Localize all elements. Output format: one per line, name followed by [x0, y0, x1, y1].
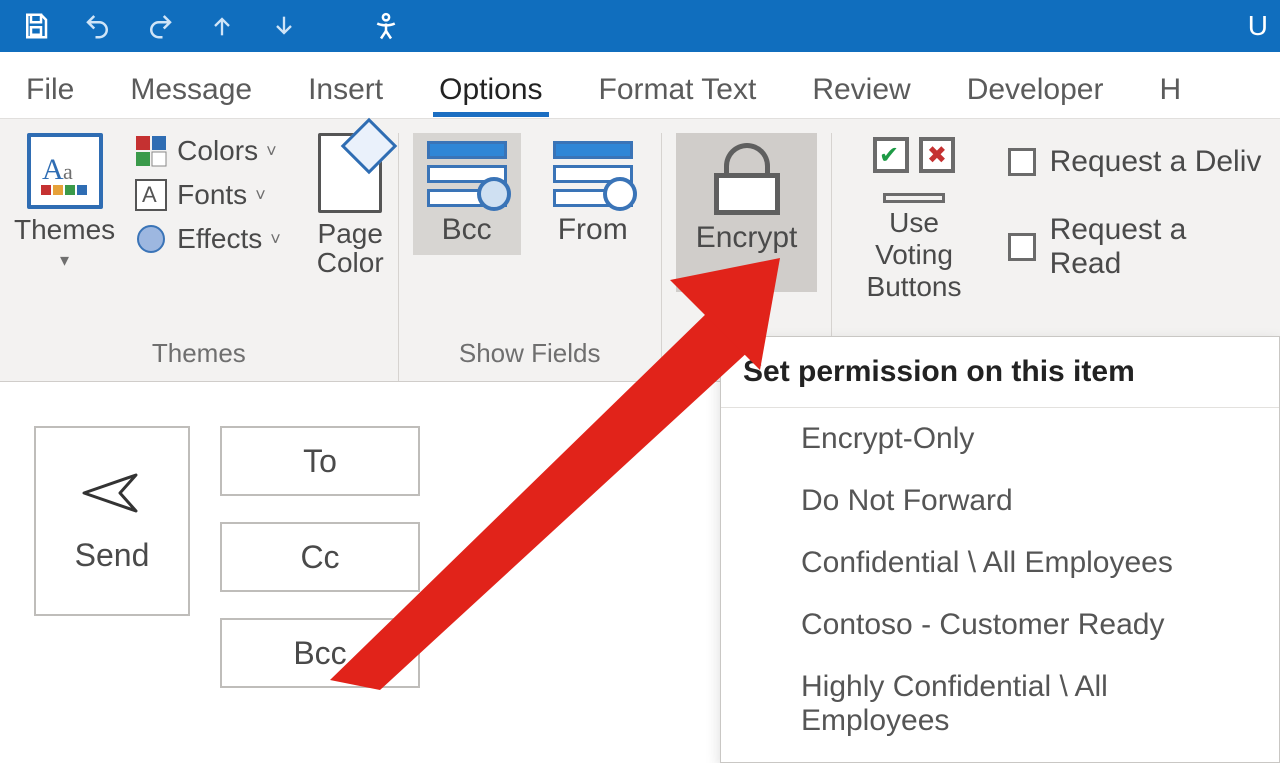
use-voting-buttons[interactable]: ✔✖ Use Voting Buttons — [846, 133, 981, 303]
request-read-receipt[interactable]: Request a Read — [1008, 213, 1266, 281]
tab-file[interactable]: File — [20, 63, 80, 117]
request-delivery-receipt[interactable]: Request a Deliv — [1008, 145, 1266, 179]
dropdown-item-confidential-all[interactable]: Confidential \ All Employees — [721, 532, 1279, 594]
tab-developer[interactable]: Developer — [961, 63, 1110, 117]
voting-label: Use Voting Buttons — [846, 207, 981, 303]
lock-icon — [710, 143, 784, 215]
encrypt-button[interactable]: Encrypt ▾ — [676, 133, 818, 292]
encrypt-label: Encrypt — [696, 221, 798, 255]
cc-button[interactable]: Cc — [220, 522, 420, 592]
send-button[interactable]: Send — [34, 426, 190, 616]
effects-label: Effects — [177, 223, 262, 255]
voting-icon: ✔✖ — [869, 133, 959, 203]
dropdown-item-do-not-forward[interactable]: Do Not Forward — [721, 470, 1279, 532]
tab-help[interactable]: H — [1153, 63, 1187, 117]
colors-label: Colors — [177, 135, 258, 167]
up-arrow-icon[interactable] — [204, 8, 240, 44]
bcc-field-icon — [427, 141, 507, 207]
ribbon-tabstrip: File Message Insert Options Format Text … — [0, 52, 1280, 118]
dropdown-item-encrypt-only[interactable]: Encrypt-Only — [721, 408, 1279, 470]
dropdown-header: Set permission on this item — [721, 337, 1279, 408]
effects-icon — [133, 221, 169, 257]
dropdown-item-contoso-customer[interactable]: Contoso - Customer Ready — [721, 594, 1279, 656]
colors-button[interactable]: Colors ˅ — [133, 133, 281, 169]
themes-button[interactable]: A a Themes ▾ — [14, 133, 115, 271]
cc-label: Cc — [300, 539, 339, 576]
bcc-toggle-button[interactable]: Bcc — [413, 133, 521, 255]
accessibility-icon[interactable] — [368, 8, 404, 44]
chevron-down-icon: ▾ — [742, 261, 751, 282]
group-label-themes: Themes — [152, 338, 246, 375]
fonts-icon: A — [133, 177, 169, 213]
chevron-down-icon: ˅ — [266, 141, 277, 162]
to-label: To — [303, 443, 337, 480]
from-toggle-button[interactable]: From — [539, 133, 647, 255]
checkbox-icon — [1008, 148, 1036, 176]
chevron-down-icon: ▾ — [60, 250, 69, 271]
fonts-button[interactable]: A Fonts ˅ — [133, 177, 281, 213]
from-label: From — [558, 213, 628, 247]
checkbox-icon — [1008, 233, 1036, 261]
request-delivery-label: Request a Deliv — [1050, 145, 1262, 179]
quick-access-toolbar — [18, 8, 404, 44]
colors-icon — [133, 133, 169, 169]
bcc-label: Bcc — [293, 635, 346, 672]
bcc-button[interactable]: Bcc — [220, 618, 420, 688]
send-label: Send — [75, 537, 150, 574]
tab-message[interactable]: Message — [124, 63, 258, 117]
title-bar: U — [0, 0, 1280, 52]
fonts-label: Fonts — [177, 179, 247, 211]
group-label-show-fields: Show Fields — [459, 338, 601, 375]
chevron-down-icon: ˅ — [270, 229, 281, 250]
tab-options[interactable]: Options — [433, 63, 548, 117]
page-color-icon — [318, 133, 382, 213]
tab-format-text[interactable]: Format Text — [593, 63, 763, 117]
encrypt-dropdown: Set permission on this item Encrypt-Only… — [720, 336, 1280, 763]
svg-text:A: A — [142, 182, 157, 207]
themes-icon: A a — [27, 133, 103, 209]
undo-icon[interactable] — [80, 8, 116, 44]
down-arrow-icon[interactable] — [266, 8, 302, 44]
from-field-icon — [553, 141, 633, 207]
svg-text:A: A — [42, 153, 64, 186]
redo-icon[interactable] — [142, 8, 178, 44]
group-themes: A a Themes ▾ Colors ˅ — [0, 133, 399, 381]
dropdown-item-highly-confidential[interactable]: Highly Confidential \ All Employees — [721, 656, 1279, 752]
chevron-down-icon: ˅ — [255, 185, 266, 206]
tab-insert[interactable]: Insert — [302, 63, 389, 117]
bcc-label: Bcc — [442, 213, 492, 247]
save-icon[interactable] — [18, 8, 54, 44]
page-color-label: Page Color — [317, 219, 384, 278]
group-show-fields: Bcc From Show Fields — [399, 133, 662, 381]
svg-text:a: a — [63, 159, 73, 184]
to-button[interactable]: To — [220, 426, 420, 496]
title-right-text: U — [1248, 10, 1268, 42]
effects-button[interactable]: Effects ˅ — [133, 221, 281, 257]
send-icon — [80, 469, 144, 517]
request-read-label: Request a Read — [1050, 213, 1266, 281]
tab-review[interactable]: Review — [806, 63, 916, 117]
themes-label: Themes — [14, 215, 115, 244]
page-color-button[interactable]: Page Color — [317, 133, 384, 278]
